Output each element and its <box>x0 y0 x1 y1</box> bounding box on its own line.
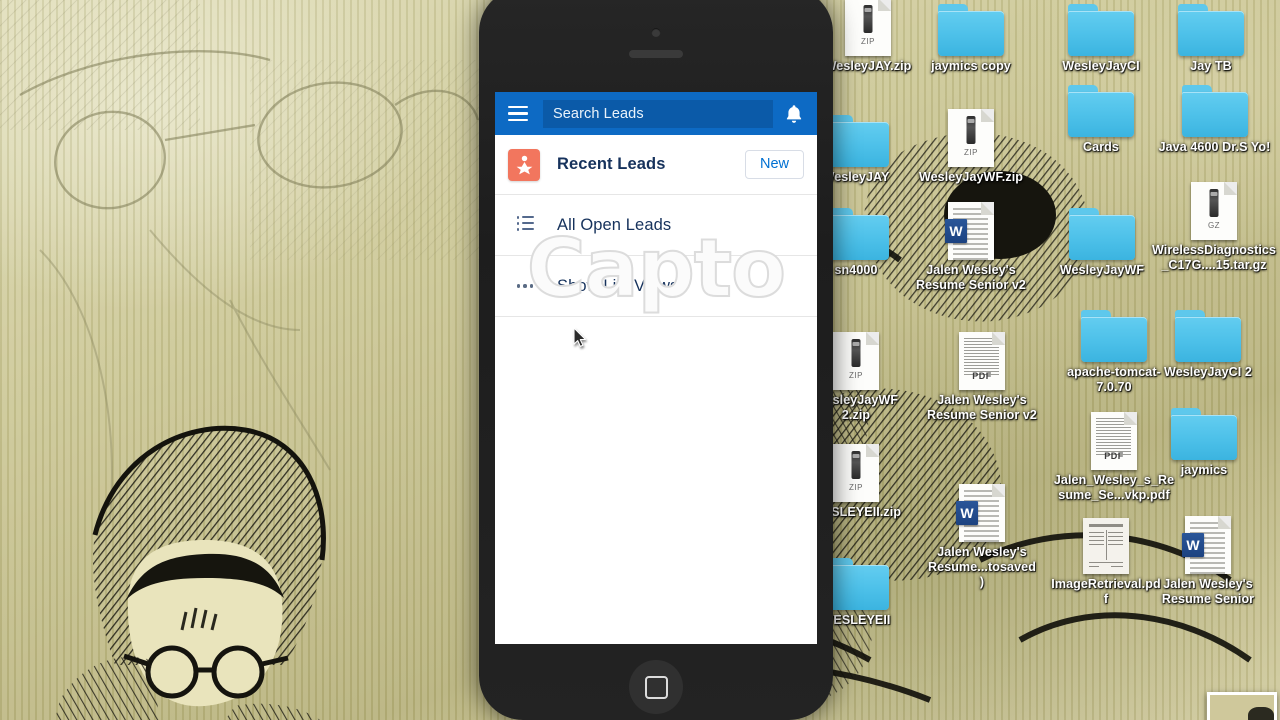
desktop-icon-label: Java 4600 Dr.S Yo! <box>1158 140 1271 154</box>
desktop-icon-label: WesleyJayCI <box>1062 59 1140 73</box>
leads-icon <box>508 148 540 181</box>
word-document-icon: W <box>915 198 1027 260</box>
list-item-all-open-leads[interactable]: All Open Leads <box>495 195 817 256</box>
desktop-icon-label: jaymics <box>1180 463 1228 477</box>
desktop-icon-label: Cards <box>1083 140 1119 154</box>
desktop-icon-label: Jalen Wesley's Resume Senior <box>1161 577 1255 606</box>
phone-device-frame: Search Leads Recent Leads New All Open L… <box>479 0 833 720</box>
word-document-icon: W <box>1152 512 1264 574</box>
mouse-cursor <box>573 327 586 347</box>
front-camera-icon <box>651 28 661 37</box>
salesforce-app-screen: Search Leads Recent Leads New All Open L… <box>495 92 817 644</box>
search-input-value: Search Leads <box>553 105 644 122</box>
search-input[interactable]: Search Leads <box>543 99 773 128</box>
gzip-file-icon: GZ <box>1150 178 1278 240</box>
home-square-icon <box>644 675 668 699</box>
app-header: Search Leads <box>495 92 817 135</box>
folder-icon <box>1045 75 1157 137</box>
folder-icon <box>1045 0 1157 56</box>
desktop-icon[interactable]: WesleyJayWF <box>1046 198 1158 278</box>
desktop-icon-label: WirelessDiagnostics_C17G....15.tar.gz <box>1151 243 1277 272</box>
zip-file-icon: ZIP <box>915 105 1027 167</box>
desktop-icon-label: WesleyJayCI 2 <box>1164 365 1252 379</box>
desktop-icon[interactable]: ImageRetrieval.pdf <box>1050 512 1162 607</box>
screen-root: ZIP WesleyJAY.zip jaymics copy WesleyJay… <box>0 0 1280 720</box>
recent-leads-header-row: Recent Leads New <box>495 135 817 195</box>
desktop-icon[interactable]: jaymics copy <box>915 0 1027 74</box>
folder-icon <box>1148 398 1260 460</box>
desktop-icon[interactable]: W Jalen Wesley's Resume...tosaved) <box>926 480 1038 590</box>
desktop-icon[interactable]: PDF Jalen Wesley's Resume Senior v2 <box>926 328 1038 423</box>
desktop-icon[interactable]: GZ WirelessDiagnostics_C17G....15.tar.gz <box>1150 178 1278 273</box>
desktop-icon-label: Jay TB <box>1190 59 1232 73</box>
desktop-icon-label: Jalen Wesley's Resume Senior v2 <box>927 393 1037 422</box>
desktop-icon-label: Jalen Wesley's Resume Senior v2 <box>916 263 1026 292</box>
preview-thumbnail[interactable] <box>1207 692 1277 720</box>
notifications-bell-icon[interactable] <box>781 104 807 124</box>
new-button[interactable]: New <box>744 150 804 179</box>
image-document-icon <box>1050 512 1162 574</box>
list-item-label: All Open Leads <box>557 215 672 234</box>
desktop-icon[interactable]: WesleyJayCI <box>1045 0 1157 74</box>
desktop-icon-label: ImageRetrieval.pdf <box>1051 577 1161 606</box>
desktop-icon[interactable]: Jay TB <box>1155 0 1267 74</box>
desktop-icon-label: WesleyJayWF.zip <box>918 170 1024 184</box>
word-document-icon: W <box>926 480 1038 542</box>
desktop-icon-label: jaymics copy <box>931 59 1011 73</box>
desktop-icon-label: WesleyJayWF <box>1059 263 1145 277</box>
list-icon <box>508 216 542 234</box>
desktop-icon-label: Jalen Wesley's Resume...tosaved) <box>928 545 1036 589</box>
home-button[interactable] <box>629 660 683 714</box>
page-title: Recent Leads <box>557 155 666 173</box>
desktop-icon[interactable]: WesleyJayCI 2 <box>1152 300 1264 380</box>
list-item-show-list-views[interactable]: Show List Views <box>495 256 817 317</box>
folder-icon <box>1152 75 1277 137</box>
hamburger-menu-icon[interactable] <box>505 100 533 128</box>
folder-icon <box>915 0 1027 56</box>
folder-icon <box>1152 300 1264 362</box>
desktop-icon[interactable]: Cards <box>1045 75 1157 155</box>
earpiece-speaker-icon <box>629 50 683 58</box>
desktop-icon[interactable]: ZIP WesleyJayWF.zip <box>915 105 1027 185</box>
list-item-label: Show List Views <box>557 276 679 295</box>
desktop-icon[interactable]: W Jalen Wesley's Resume Senior v2 <box>915 198 1027 293</box>
folder-icon <box>1046 198 1158 260</box>
desktop-icon[interactable]: jaymics <box>1148 398 1260 478</box>
desktop-icon[interactable]: W Jalen Wesley's Resume Senior <box>1152 512 1264 607</box>
ellipsis-icon <box>508 284 542 288</box>
folder-icon <box>1155 0 1267 56</box>
desktop-icon[interactable]: Java 4600 Dr.S Yo! <box>1152 75 1277 155</box>
pdf-document-icon: PDF <box>926 328 1038 390</box>
